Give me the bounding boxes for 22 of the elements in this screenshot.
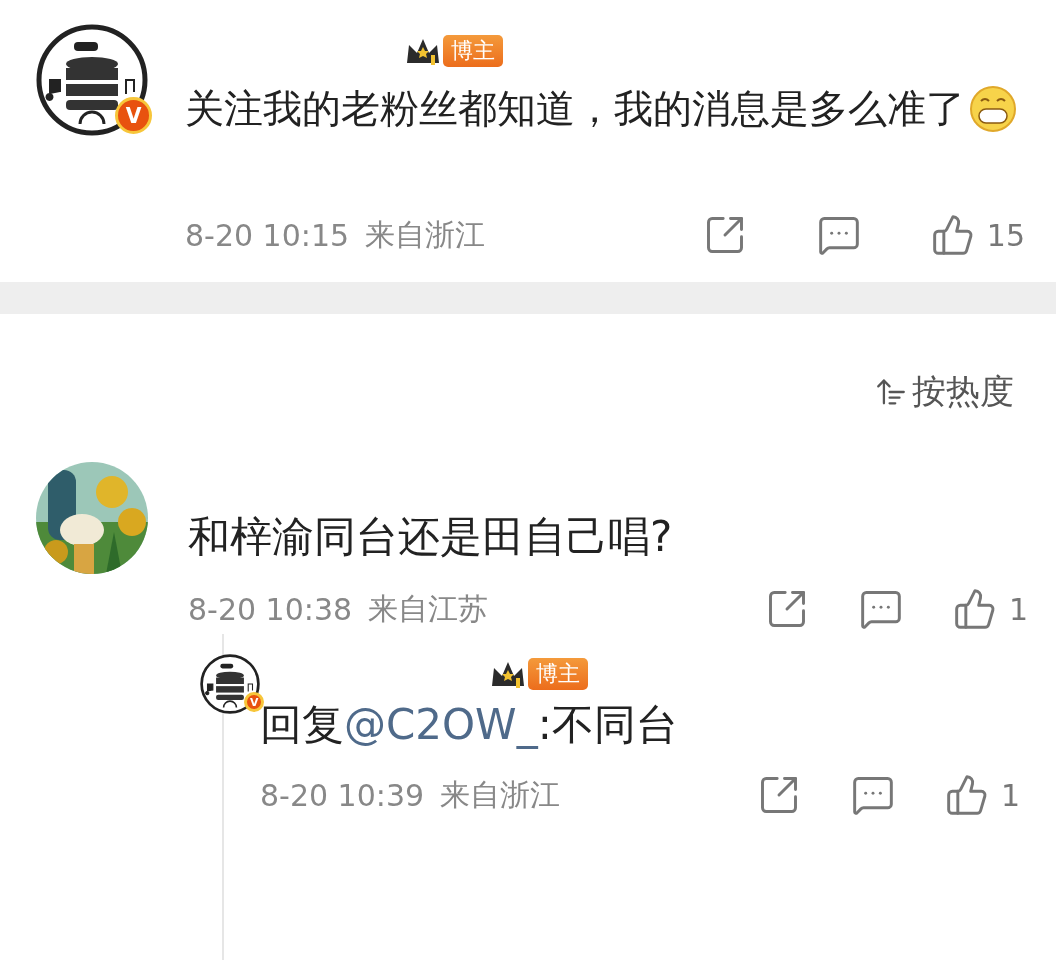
comment-time: 8-20 10:39 <box>260 777 425 813</box>
comment-location: 来自江苏 <box>368 589 489 628</box>
blogger-badge: 博主 <box>443 35 503 67</box>
thumbs-up-icon <box>930 213 975 257</box>
sort-button[interactable]: 按热度 <box>874 370 1014 414</box>
like-button[interactable]: 15 <box>930 213 1025 257</box>
like-button[interactable]: 1 <box>952 587 1028 631</box>
avatar-logo <box>200 654 260 714</box>
comment-text: 关注我的老粉丝都知道，我的消息是多么准了 <box>185 85 965 133</box>
thumbs-up-icon <box>952 587 997 631</box>
comment-time: 8-20 10:15 <box>185 217 350 253</box>
thumbs-up-icon <box>944 773 989 817</box>
comment-location: 来自浙江 <box>440 775 561 814</box>
comment-location: 来自浙江 <box>365 215 486 254</box>
grin-emoji-icon <box>969 85 1017 133</box>
verified-badge: V <box>115 97 152 134</box>
blogger-badge: 博主 <box>528 658 588 690</box>
mention-link[interactable]: @C2OW_ <box>344 700 538 749</box>
like-button[interactable]: 1 <box>944 773 1020 817</box>
comment-text: 和梓渝同台还是田自己唱? <box>188 511 673 563</box>
comment-time: 8-20 10:38 <box>188 591 353 627</box>
verified-badge: V <box>244 692 264 712</box>
